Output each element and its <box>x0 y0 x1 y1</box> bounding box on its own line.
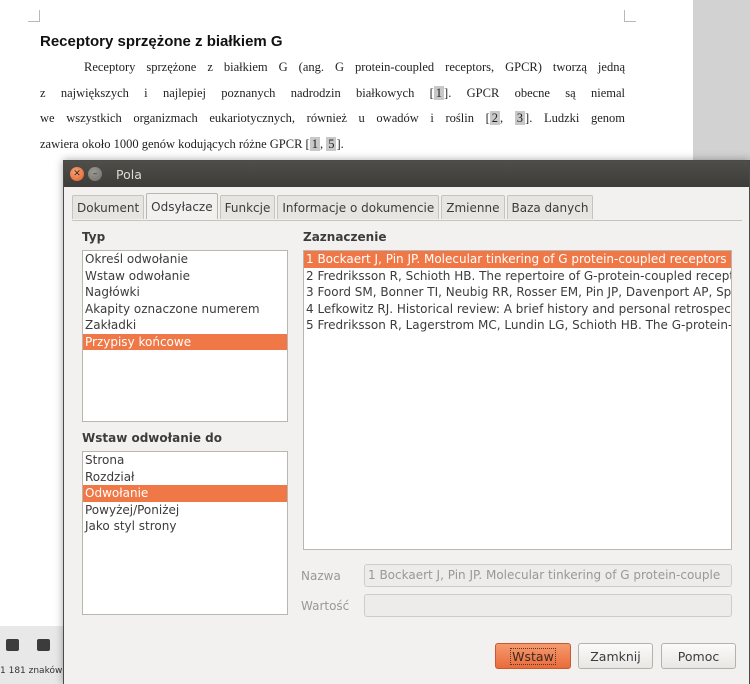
cross-reference-field[interactable]: 5 <box>326 136 337 151</box>
document-paragraph[interactable]: Receptory sprzężone z białkiem G (ang. G… <box>40 57 625 159</box>
line-text: ]. Ludzki genom <box>525 111 625 125</box>
type-list[interactable]: Określ odwołanie Wstaw odwołanie Nagłówki A… <box>82 250 288 422</box>
cross-reference-field[interactable]: 3 <box>514 111 526 125</box>
paragraph-line: Receptory sprzężone z białkiem G (ang. G… <box>40 57 625 83</box>
page-corner-mark <box>624 10 636 22</box>
view-buttons <box>6 636 68 655</box>
tab-4[interactable]: Zmienne <box>441 195 505 219</box>
selection-list-item[interactable]: 4 Lefkowitz RJ. Historical review: A bri… <box>304 301 731 318</box>
dialog-title: Pola <box>116 166 142 182</box>
selection-list-item[interactable]: 5 Fredriksson R, Lagerstrom MC, Lundin L… <box>304 317 731 334</box>
insert-list-item[interactable]: Strona <box>83 452 287 469</box>
insert-button-label: Wstaw <box>510 647 556 665</box>
paragraph-line: we wszystkich organizmach eukariotycznyc… <box>40 111 625 125</box>
fields-dialog: ✕ – Pola Dokument Odsyłacze Funkcje Informa… <box>63 160 750 684</box>
selection-list-item[interactable]: 2 Fredriksson R, Schioth HB. The reperto… <box>304 268 731 285</box>
value-label: Wartość <box>301 599 350 613</box>
tab-1[interactable]: Odsyłacze <box>146 193 218 219</box>
paragraph-line: z największych i najlepiej poznanych nad… <box>40 83 625 109</box>
type-list-item[interactable]: Przypisy końcowe <box>83 333 287 350</box>
insert-list-item[interactable]: Odwołanie <box>83 485 287 502</box>
cross-reference-field[interactable]: 1 <box>433 85 445 100</box>
line-text: z największych i najlepiej poznanych nad… <box>40 85 434 100</box>
cross-reference-field[interactable]: 2 <box>489 111 501 125</box>
layout-icon[interactable] <box>6 639 19 651</box>
cross-reference-field[interactable]: 1 <box>309 136 320 151</box>
paragraph-line: zawiera około 1000 genów kodujących różn… <box>40 136 344 151</box>
type-list-item[interactable]: Akapity oznaczone numerem <box>83 301 287 318</box>
selection-list[interactable]: 1 Bockaert J, Pin JP. Molecular tinkerin… <box>303 250 732 550</box>
close-button[interactable]: Zamknij <box>578 643 653 669</box>
type-label: Typ <box>82 230 106 244</box>
tab-3[interactable]: Informacje o dokumencie <box>277 195 440 219</box>
line-text: ]. GPCR obecne są niemal <box>444 85 625 100</box>
document-heading: Receptory sprzężone z białkiem G <box>40 33 283 50</box>
line-text: ]. <box>336 136 344 151</box>
line-text: we wszystkich organizmach eukariotycznyc… <box>40 111 490 125</box>
layout-icon[interactable] <box>37 639 50 651</box>
insert-list-item[interactable]: Rozdział <box>83 469 287 486</box>
dialog-titlebar[interactable]: ✕ – Pola <box>64 161 749 187</box>
tab-bar: Dokument Odsyłacze Funkcje Informacje o dok… <box>72 193 595 219</box>
selection-label: Zaznaczenie <box>303 230 387 244</box>
name-field[interactable]: 1 Bockaert J, Pin JP. Molecular tinkerin… <box>364 564 732 587</box>
insert-reference-label: Wstaw odwołanie do <box>82 431 222 445</box>
tab-5[interactable]: Baza danych <box>506 195 594 219</box>
tab-2[interactable]: Funkcje <box>219 195 276 219</box>
insert-button[interactable]: Wstaw <box>495 643 571 669</box>
page-corner-mark <box>28 10 40 22</box>
insert-reference-list[interactable]: Strona Rozdział Odwołanie Powyżej/Poniżej Ja… <box>82 451 288 615</box>
type-list-item[interactable]: Określ odwołanie <box>83 251 287 268</box>
type-list-item[interactable]: Nagłówki <box>83 284 287 301</box>
line-text: zawiera około 1000 genów kodujących różn… <box>40 136 310 151</box>
minimize-window-icon[interactable]: – <box>88 167 102 181</box>
value-field[interactable] <box>364 594 732 617</box>
help-button[interactable]: Pomoc <box>661 643 736 669</box>
tab-0[interactable]: Dokument <box>72 195 145 219</box>
line-text: Receptory sprzężone z białkiem G (ang. G… <box>84 60 625 74</box>
selection-list-item[interactable]: 1 Bockaert J, Pin JP. Molecular tinkerin… <box>304 251 731 268</box>
selection-list-item[interactable]: 3 Foord SM, Bonner TI, Neubig RR, Rosser… <box>304 284 731 301</box>
close-window-icon[interactable]: ✕ <box>70 167 84 181</box>
insert-list-item[interactable]: Powyżej/Poniżej <box>83 502 287 519</box>
name-label: Nazwa <box>301 569 341 583</box>
insert-list-item[interactable]: Jako styl strony <box>83 518 287 535</box>
type-list-item[interactable]: Wstaw odwołanie <box>83 268 287 285</box>
type-list-item[interactable]: Zakładki <box>83 317 287 334</box>
word-count: 1 181 znaków <box>0 666 63 676</box>
